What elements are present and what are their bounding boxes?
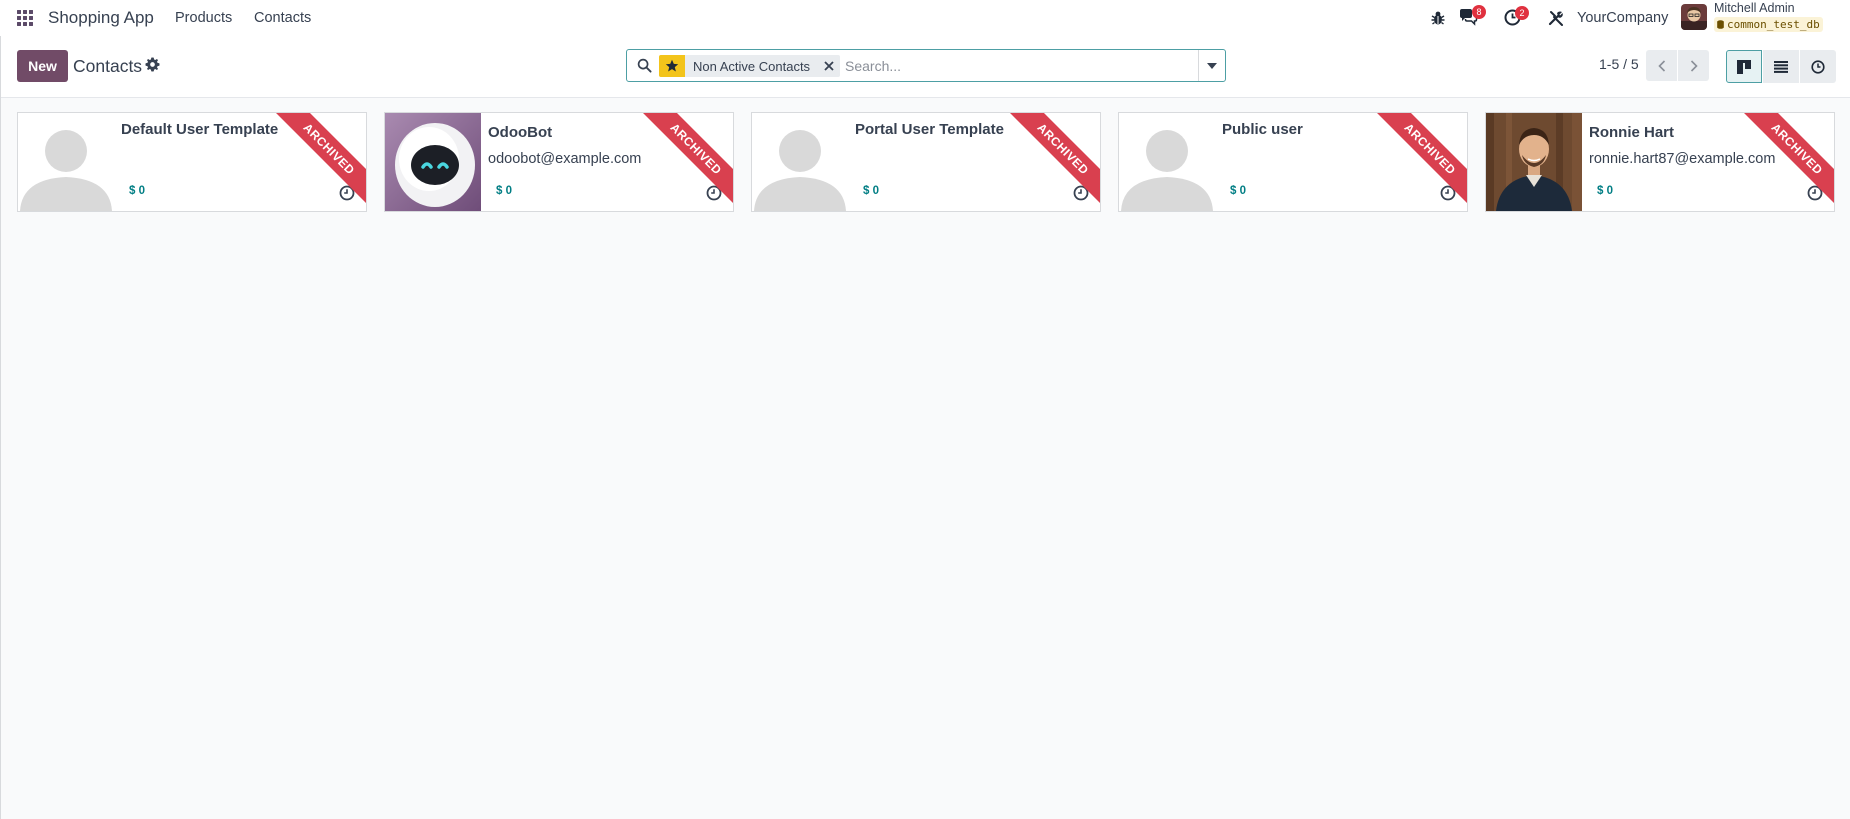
contact-email: odoobot@example.com (488, 151, 642, 167)
page-edge (0, 36, 1, 819)
contact-amount: $ 0 (1597, 185, 1613, 197)
list-view-button[interactable] (1763, 50, 1799, 83)
caret-down-icon (1207, 62, 1217, 69)
contact-amount: $ 0 (129, 185, 145, 197)
database-name: common_test_db (1727, 18, 1820, 31)
archived-ribbon: ARCHIVED (637, 113, 733, 209)
page-title: Contacts (73, 56, 143, 76)
menu-contacts[interactable]: Contacts (254, 10, 311, 26)
clock-icon (1811, 59, 1825, 74)
chevron-right-icon (1690, 59, 1698, 72)
archived-ribbon: ARCHIVED (1371, 113, 1467, 209)
control-panel: New Contacts Non Active Contacts Search.… (0, 36, 1850, 98)
contact-amount: $ 0 (863, 185, 879, 197)
database-badge: common_test_db (1714, 17, 1823, 32)
search-options-toggle[interactable] (1198, 50, 1225, 81)
archived-ribbon-label: ARCHIVED (1004, 113, 1100, 209)
search-icon (637, 58, 652, 73)
apps-grid-icon[interactable] (16, 9, 34, 27)
messages-button[interactable]: 8 (1458, 5, 1486, 28)
messages-count-badge: 8 (1472, 5, 1486, 19)
kanban-view-button[interactable] (1726, 50, 1762, 83)
archived-ribbon: ARCHIVED (1738, 113, 1834, 209)
archived-ribbon-label: ARCHIVED (1738, 113, 1834, 209)
contact-avatar (385, 113, 481, 211)
contact-card[interactable]: Ronnie Hart ronnie.hart87@example.com $ 0 … (1485, 112, 1835, 212)
menu-products[interactable]: Products (175, 10, 232, 26)
contact-name: Default User Template (121, 121, 279, 138)
contact-card[interactable]: Public user $ 0 ARCHIVED (1118, 112, 1468, 212)
debug-bug-icon[interactable] (1430, 10, 1446, 26)
tools-icon[interactable] (1548, 10, 1564, 26)
search-input[interactable] (845, 56, 1185, 76)
archived-ribbon-label: ARCHIVED (637, 113, 733, 209)
remove-facet-close-icon[interactable] (818, 55, 840, 77)
contact-card[interactable]: Portal User Template $ 0 ARCHIVED (751, 112, 1101, 212)
filter-facet: Non Active Contacts (659, 55, 841, 77)
activities-button[interactable]: 2 (1504, 6, 1529, 29)
contact-amount: $ 0 (496, 185, 512, 197)
database-icon (1717, 20, 1724, 29)
avatar-placeholder-icon (1119, 113, 1215, 211)
list-icon (1774, 60, 1788, 73)
contact-name: OdooBot (488, 124, 553, 141)
contact-avatar (1486, 113, 1582, 211)
contact-name: Public user (1222, 121, 1303, 138)
avatar-placeholder-icon (18, 113, 114, 211)
app-name[interactable]: Shopping App (48, 8, 154, 28)
user-name[interactable]: Mitchell Admin (1714, 1, 1795, 15)
archived-ribbon: ARCHIVED (1004, 113, 1100, 209)
filter-facet-label: Non Active Contacts (693, 58, 811, 74)
contact-card[interactable]: Default User Template $ 0 ARCHIVED (17, 112, 367, 212)
archived-ribbon: ARCHIVED (270, 113, 366, 209)
chevron-left-icon (1657, 59, 1665, 72)
pager-next-button[interactable] (1678, 50, 1709, 81)
pager-previous-button[interactable] (1646, 50, 1677, 81)
avatar-placeholder-icon (752, 113, 848, 211)
star-icon (659, 55, 685, 77)
kanban-icon (1737, 59, 1751, 74)
activities-count-badge: 2 (1515, 6, 1529, 20)
contact-card[interactable]: OdooBot odoobot@example.com $ 0 ARCHIVED (384, 112, 734, 212)
contact-name: Ronnie Hart (1589, 124, 1675, 141)
contact-name: Portal User Template (855, 121, 1004, 138)
gear-icon[interactable] (145, 57, 160, 72)
activity-view-button[interactable] (1800, 50, 1836, 83)
top-navbar: Shopping App Products Contacts 8 2 YourC… (0, 0, 1850, 36)
company-switcher[interactable]: YourCompany (1577, 10, 1668, 26)
user-avatar[interactable] (1681, 4, 1707, 30)
archived-ribbon-label: ARCHIVED (270, 113, 366, 209)
contact-amount: $ 0 (1230, 185, 1246, 197)
search-bar: Non Active Contacts (626, 49, 1226, 82)
archived-ribbon-label: ARCHIVED (1371, 113, 1467, 209)
pager-value[interactable]: 1-5 / 5 (1599, 56, 1639, 72)
new-button[interactable]: New (17, 50, 68, 82)
